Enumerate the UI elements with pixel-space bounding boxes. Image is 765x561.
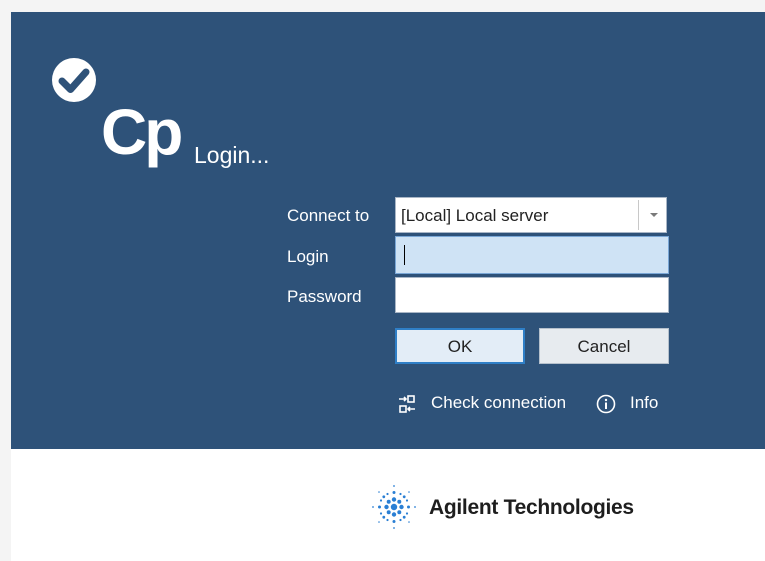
connect-to-dropdown[interactable]: [Local] Local server (395, 197, 667, 233)
connect-to-selected-value: [Local] Local server (401, 206, 549, 225)
password-field[interactable] (395, 277, 669, 313)
cancel-button[interactable]: Cancel (539, 328, 669, 364)
brand-name: Agilent Technologies (429, 496, 634, 519)
password-label: Password (287, 287, 362, 306)
chevron-down-icon[interactable] (646, 206, 662, 224)
info-icon (596, 394, 616, 414)
app-logo-text: Cp (101, 96, 183, 168)
login-field[interactable] (395, 236, 669, 274)
page-title: Login... (194, 142, 270, 168)
login-window: Cp Login... Connect to Login Password [L… (0, 0, 765, 561)
connection-icon (399, 395, 415, 413)
info-label: Info (630, 393, 659, 412)
ok-button[interactable]: OK (395, 328, 525, 364)
check-connection-label: Check connection (431, 393, 567, 412)
window-top-edge (0, 0, 765, 12)
window-left-edge (0, 0, 11, 561)
footer: Agilent Technologies (11, 449, 765, 561)
connect-to-label: Connect to (287, 206, 370, 225)
dropdown-divider (638, 200, 639, 230)
checkmark-logo-icon (52, 58, 96, 102)
agilent-spark-logo-icon (372, 485, 416, 529)
login-label: Login (287, 247, 329, 266)
text-caret (404, 245, 405, 265)
